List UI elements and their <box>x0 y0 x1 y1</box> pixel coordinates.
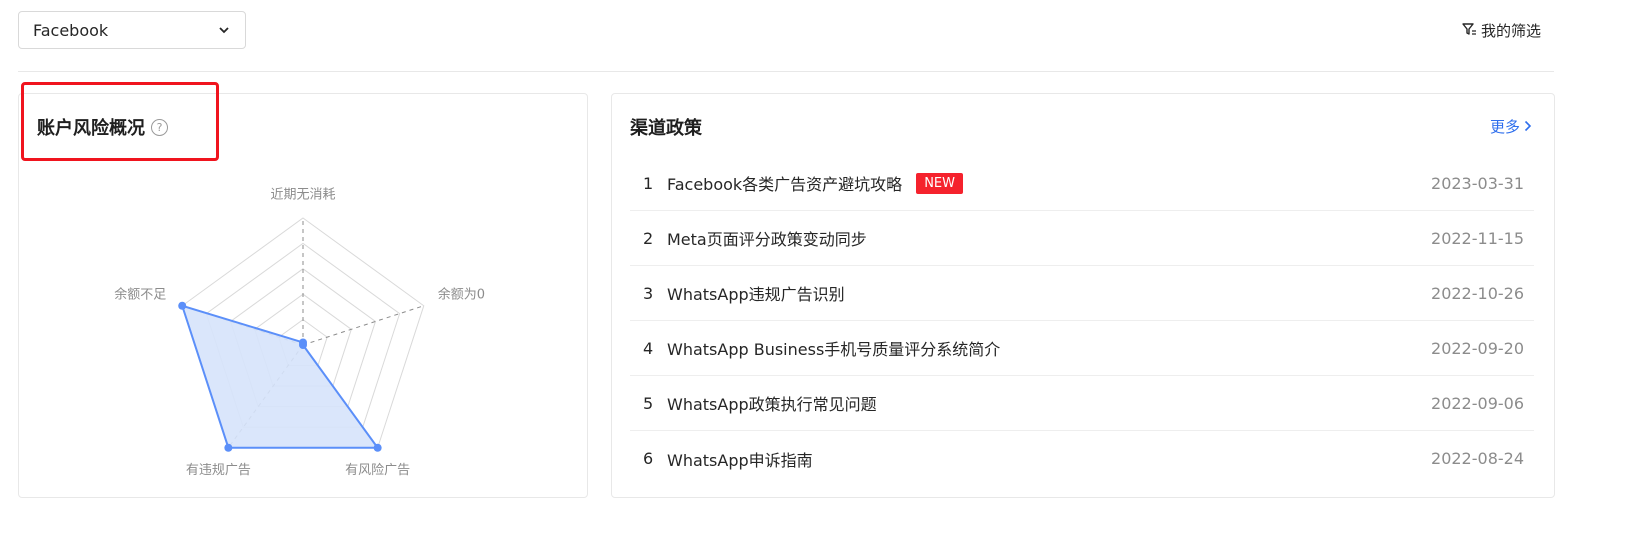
policy-index: 6 <box>643 449 654 468</box>
policy-title: WhatsApp申诉指南 <box>667 450 813 470</box>
channel-policy-card: 渠道政策 更多 1 Facebook各类广告资产避坑攻略 NEW 2023-03-31… <box>611 93 1555 498</box>
policy-title-wrap: Meta页面评分政策变动同步 <box>667 226 1431 250</box>
policy-date: 2022-11-15 <box>1431 228 1524 248</box>
chevron-down-icon <box>217 23 231 37</box>
risk-overview-card: 账户风险概况 ? 近期无消耗 余额为0 有风险广告 有违规广告 余额不足 <box>18 82 588 498</box>
radar-axis-label: 余额不足 <box>114 286 166 302</box>
chevron-right-icon <box>1524 118 1532 136</box>
radar-point <box>178 301 187 310</box>
policy-title-wrap: WhatsApp Business手机号质量评分系统简介 <box>667 336 1431 360</box>
channel-policy-title-text: 渠道政策 <box>630 118 702 139</box>
policy-date: 2022-09-20 <box>1431 338 1524 358</box>
policy-date: 2023-03-31 <box>1431 173 1524 193</box>
filter-label: 我的筛选 <box>1480 22 1541 40</box>
radar-axis-label: 余额为0 <box>438 286 485 302</box>
policy-list-item[interactable]: 5 WhatsApp政策执行常见问题 2022-09-06 <box>630 376 1534 431</box>
policy-list-item[interactable]: 3 WhatsApp违规广告识别 2022-10-26 <box>630 266 1534 321</box>
policy-list-item[interactable]: 6 WhatsApp申诉指南 2022-08-24 <box>630 431 1534 486</box>
policy-index: 1 <box>643 173 654 193</box>
policy-title-wrap: WhatsApp政策执行常见问题 <box>667 391 1431 415</box>
policy-list: 1 Facebook各类广告资产避坑攻略 NEW 2023-03-31 2 Meta页面评… <box>630 156 1534 486</box>
radar-axis-label: 有违规广告 <box>186 463 251 478</box>
radar-axis-label: 近期无消耗 <box>270 188 335 203</box>
policy-title-wrap: WhatsApp申诉指南 <box>667 447 1431 471</box>
platform-select-value: Facebook <box>33 20 109 40</box>
radar-axis-label: 有风险广告 <box>345 463 410 478</box>
policy-list-item[interactable]: 4 WhatsApp Business手机号质量评分系统简介 2022-09-20 <box>630 321 1534 376</box>
radar-point <box>373 443 382 452</box>
policy-title: WhatsApp Business手机号质量评分系统简介 <box>667 340 1001 359</box>
policy-index: 4 <box>643 338 654 358</box>
platform-select[interactable]: Facebook <box>18 11 246 49</box>
header-divider <box>18 71 1554 72</box>
policy-title: Meta页面评分政策变动同步 <box>667 230 867 249</box>
policy-title: WhatsApp违规广告识别 <box>667 285 845 304</box>
policy-title: WhatsApp政策执行常见问题 <box>667 395 877 414</box>
more-label: 更多 <box>1489 118 1520 136</box>
policy-list-item[interactable]: 2 Meta页面评分政策变动同步 2022-11-15 <box>630 211 1534 266</box>
policy-index: 2 <box>643 228 654 248</box>
policy-title-wrap: Facebook各类广告资产避坑攻略 NEW <box>667 171 1431 195</box>
filter-icon <box>1461 21 1477 41</box>
policy-date: 2022-09-06 <box>1431 393 1524 413</box>
channel-policy-title: 渠道政策 <box>630 114 702 140</box>
policy-index: 3 <box>643 283 654 303</box>
radar-point <box>299 341 307 349</box>
radar-point <box>224 443 233 452</box>
new-badge: NEW <box>916 172 963 194</box>
policy-title: Facebook各类广告资产避坑攻略 <box>667 175 903 194</box>
radar-axis-line <box>302 305 424 346</box>
policy-date: 2022-08-24 <box>1431 449 1524 468</box>
policy-list-item[interactable]: 1 Facebook各类广告资产避坑攻略 NEW 2023-03-31 <box>630 156 1534 211</box>
my-filter-button[interactable]: 我的筛选 <box>1461 20 1541 41</box>
more-link[interactable]: 更多 <box>1490 116 1532 137</box>
risk-radar-chart: 近期无消耗余额为0 有风险广告 有违规广告 余额不足 <box>114 188 485 479</box>
policy-title-wrap: WhatsApp违规广告识别 <box>667 281 1431 305</box>
policy-date: 2022-10-26 <box>1431 283 1524 303</box>
policy-index: 5 <box>643 393 654 413</box>
